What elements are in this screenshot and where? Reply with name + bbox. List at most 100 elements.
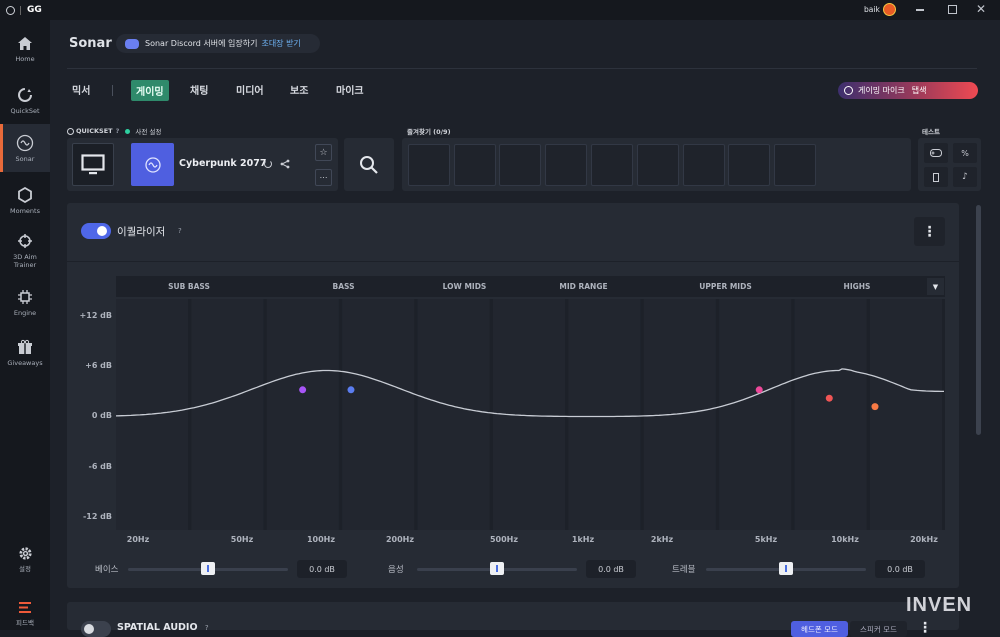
sync-icon[interactable] bbox=[264, 160, 272, 168]
bass-value[interactable]: 0.0 dB bbox=[297, 560, 347, 578]
test-percent-button[interactable]: % bbox=[953, 143, 977, 163]
search-icon bbox=[360, 155, 378, 174]
preset-cover[interactable] bbox=[131, 143, 174, 186]
favorite-slot[interactable] bbox=[454, 144, 496, 186]
help-icon[interactable]: ? bbox=[178, 227, 182, 235]
more-button[interactable]: ⋯ bbox=[315, 169, 332, 186]
mic-button-action: 탭색 bbox=[911, 86, 927, 95]
sonar-icon bbox=[16, 134, 34, 152]
x-tick: 100Hz bbox=[306, 535, 336, 544]
mic-button-label: 게이밍 마이크 bbox=[858, 86, 905, 95]
tab-gaming[interactable]: 게이밍 bbox=[131, 80, 169, 101]
favorite-star-button[interactable]: ☆ bbox=[315, 144, 332, 161]
discord-link[interactable]: 초대장 받기 bbox=[261, 38, 300, 49]
tab-aux[interactable]: 보조 bbox=[290, 82, 308, 97]
x-tick: 50Hz bbox=[230, 535, 254, 544]
sidebar-item-label: Sonar bbox=[15, 155, 35, 163]
grid-column bbox=[719, 299, 792, 530]
favorite-slot[interactable] bbox=[499, 144, 541, 186]
search-button[interactable] bbox=[344, 138, 394, 191]
headphone-mode-button[interactable]: 헤드폰 모드 bbox=[791, 621, 848, 637]
quickset-icon bbox=[16, 86, 34, 104]
eq-control-point[interactable] bbox=[347, 386, 355, 394]
help-icon[interactable]: ? bbox=[205, 624, 209, 632]
equalizer-menu-button[interactable]: ⋮ bbox=[914, 217, 945, 246]
tab-chat[interactable]: 채팅 bbox=[190, 82, 208, 97]
sidebar-item-home[interactable]: Home bbox=[0, 34, 50, 63]
share-icon[interactable] bbox=[280, 159, 290, 169]
sidebar-item-quickset[interactable]: QuickSet bbox=[0, 86, 50, 115]
sidebar-item-label: Engine bbox=[13, 309, 37, 317]
treble-slider-thumb[interactable] bbox=[779, 562, 793, 575]
sidebar-item-sonar[interactable]: Sonar bbox=[0, 124, 50, 172]
aim-icon bbox=[16, 232, 34, 250]
favorite-slot[interactable] bbox=[774, 144, 816, 186]
favorite-slot[interactable] bbox=[408, 144, 450, 186]
discord-banner[interactable]: Sonar Discord 서버에 입장하기 초대장 받기 bbox=[116, 34, 320, 53]
y-tick: 0 dB bbox=[91, 411, 112, 420]
favorite-slot[interactable] bbox=[545, 144, 587, 186]
favorite-slot[interactable] bbox=[591, 144, 633, 186]
eq-control-point[interactable] bbox=[871, 403, 879, 411]
voice-slider-thumb[interactable] bbox=[490, 562, 504, 575]
band-bass: BASS bbox=[263, 276, 425, 297]
title-divider bbox=[20, 5, 21, 15]
close-icon[interactable]: ✕ bbox=[976, 2, 986, 16]
preset-name[interactable]: Cyberpunk 2077 bbox=[179, 158, 267, 169]
percent-icon: % bbox=[961, 148, 969, 158]
scrollbar-thumb[interactable] bbox=[976, 205, 981, 435]
eq-control-point[interactable] bbox=[299, 386, 307, 394]
title-bar: GG baik ✕ bbox=[0, 0, 1000, 20]
y-tick: -6 dB bbox=[88, 462, 113, 471]
treble-slider-label: 트레블 bbox=[672, 565, 696, 575]
sidebar-item-moments[interactable]: Moments bbox=[0, 186, 50, 215]
user-name[interactable]: baik bbox=[864, 5, 880, 14]
test-controller-button[interactable] bbox=[924, 143, 948, 163]
eq-control-point[interactable] bbox=[755, 386, 763, 394]
voice-slider-label: 음성 bbox=[388, 565, 404, 575]
favorite-slot[interactable] bbox=[637, 144, 679, 186]
treble-value[interactable]: 0.0 dB bbox=[875, 560, 925, 578]
avatar-icon[interactable] bbox=[883, 3, 896, 16]
device-button[interactable] bbox=[72, 143, 114, 186]
voice-value[interactable]: 0.0 dB bbox=[586, 560, 636, 578]
tab-media[interactable]: 미디어 bbox=[236, 82, 264, 97]
sidebar-item-aim-trainer[interactable]: 3D Aim Trainer bbox=[0, 232, 50, 269]
page-title: Sonar bbox=[69, 36, 112, 51]
mic-icon bbox=[844, 86, 853, 95]
eq-graph[interactable] bbox=[116, 299, 945, 530]
favorite-slot[interactable] bbox=[728, 144, 770, 186]
sidebar-item-engine[interactable]: Engine bbox=[0, 288, 50, 317]
eq-control-point[interactable] bbox=[825, 394, 833, 402]
bass-slider-thumb[interactable] bbox=[201, 562, 215, 575]
test-device-button[interactable] bbox=[924, 167, 948, 187]
chevron-down-icon: ▼ bbox=[932, 282, 939, 291]
controller-icon bbox=[930, 149, 942, 157]
spatial-toggle[interactable] bbox=[81, 621, 111, 637]
header-divider bbox=[67, 68, 977, 69]
mic-button[interactable]: 게이밍 마이크 탭색 bbox=[838, 82, 978, 99]
tab-mixer[interactable]: 믹서 bbox=[72, 82, 90, 97]
grid-column bbox=[643, 299, 716, 530]
favorite-slot[interactable] bbox=[683, 144, 725, 186]
sidebar-item-feedback[interactable]: 피드백 bbox=[0, 598, 50, 627]
speaker-mode-button[interactable]: 스피커 모드 bbox=[850, 621, 907, 637]
equalizer-toggle[interactable] bbox=[81, 223, 111, 239]
sidebar-item-settings[interactable]: 설정 bbox=[0, 544, 50, 573]
sidebar-item-giveaways[interactable]: Giveaways bbox=[0, 338, 50, 367]
maximize-icon[interactable] bbox=[948, 5, 957, 14]
band-dropdown-button[interactable]: ▼ bbox=[927, 278, 944, 295]
gift-icon bbox=[16, 338, 34, 356]
preset-label: 사전 설정 bbox=[135, 128, 162, 136]
minimize-icon[interactable] bbox=[916, 9, 924, 11]
app-logo: GG bbox=[27, 5, 42, 15]
grid-column bbox=[794, 299, 867, 530]
help-icon[interactable]: ? bbox=[116, 127, 120, 135]
y-tick: +12 dB bbox=[79, 311, 112, 320]
grid-column bbox=[568, 299, 641, 530]
spatial-menu-button[interactable]: ⋮ bbox=[918, 620, 932, 636]
test-music-button[interactable]: ♪ bbox=[953, 167, 977, 187]
tab-mic[interactable]: 마이크 bbox=[336, 82, 364, 97]
spatial-title: SPATIAL AUDIO ? bbox=[117, 622, 209, 633]
bass-slider-label: 베이스 bbox=[95, 565, 119, 575]
